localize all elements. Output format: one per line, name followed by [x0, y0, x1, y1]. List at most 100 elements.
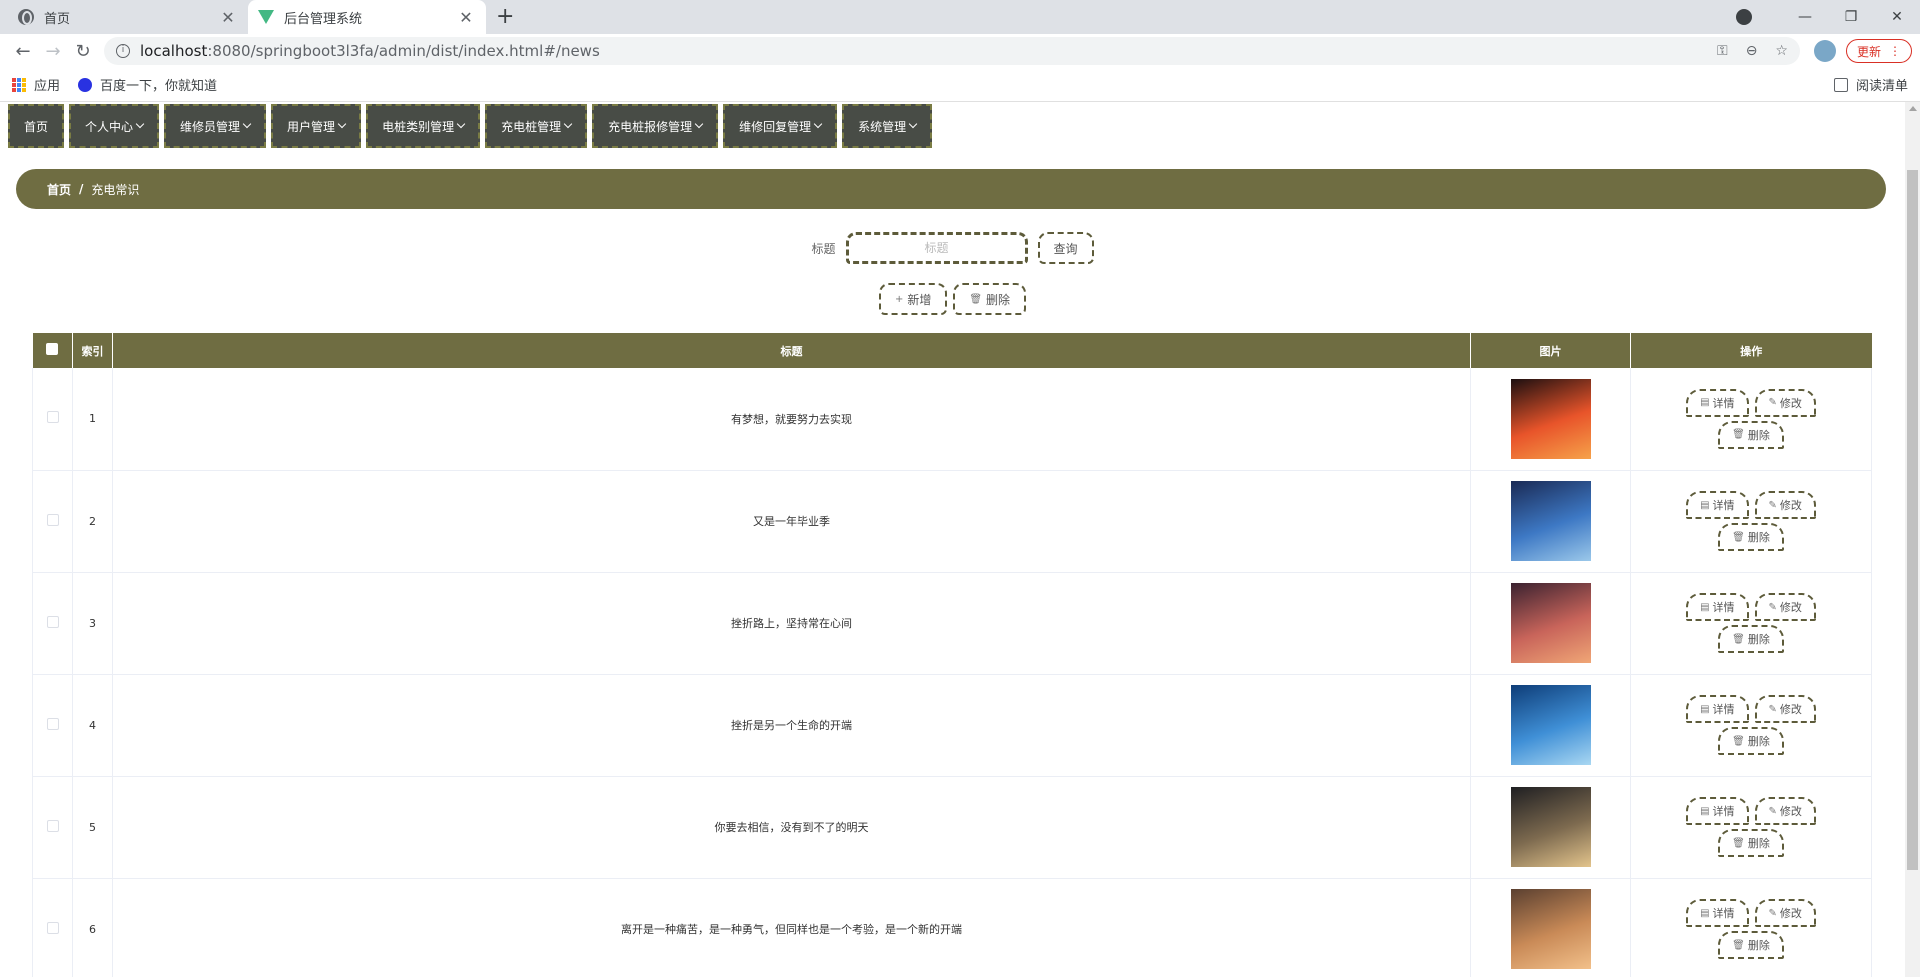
new-tab-icon[interactable]: +	[496, 4, 514, 29]
edit-button[interactable]: ✎ 修改	[1754, 491, 1816, 519]
search-button[interactable]: 查询	[1037, 232, 1094, 264]
table-row: 3 挫折路上，坚持常在心间 ▤ 详情 ✎ 修改 🗑 删除	[32, 572, 1872, 675]
add-button[interactable]: + 新增	[878, 283, 948, 315]
url-field[interactable]: i localhost:8080/springboot3l3fa/admin/d…	[104, 37, 1800, 65]
download-icon[interactable]	[1736, 9, 1752, 25]
browser-tab-admin[interactable]: 后台管理系统 ✕	[248, 0, 486, 34]
forward-icon[interactable]: →	[38, 41, 68, 62]
detail-button[interactable]: ▤ 详情	[1686, 593, 1749, 621]
detail-label: 详情	[1712, 703, 1735, 716]
breadcrumb-separator: /	[79, 182, 84, 196]
menu-item-label: 充电桩管理	[501, 119, 562, 134]
row-delete-button[interactable]: 🗑 删除	[1718, 931, 1784, 959]
scroll-up-icon[interactable]	[1909, 106, 1917, 111]
row-delete-button[interactable]: 🗑 删除	[1718, 420, 1784, 449]
row-checkbox[interactable]	[46, 717, 59, 730]
row-checkbox[interactable]	[46, 615, 59, 628]
edit-button[interactable]: ✎ 修改	[1754, 899, 1816, 927]
news-thumbnail[interactable]	[1510, 481, 1591, 561]
bookmark-apps[interactable]: 应用	[12, 75, 60, 94]
row-delete-button[interactable]: 🗑 删除	[1718, 727, 1784, 755]
back-icon[interactable]: ←	[8, 41, 38, 62]
detail-button[interactable]: ▤ 详情	[1686, 797, 1749, 825]
browser-tab-home[interactable]: 首页 ✕	[8, 0, 248, 34]
close-window-icon[interactable]: ✕	[1874, 9, 1920, 25]
row-checkbox[interactable]	[46, 411, 59, 424]
row-select-cell[interactable]	[32, 674, 73, 777]
row-select-cell[interactable]	[32, 878, 73, 977]
breadcrumb: 首页 / 充电常识	[16, 169, 1886, 209]
menu-item-0[interactable]: 首页	[8, 104, 65, 148]
menu-item-label: 用户管理	[287, 119, 336, 134]
delete-label: 删除	[1747, 633, 1770, 646]
news-thumbnail[interactable]	[1510, 685, 1591, 765]
row-delete-button[interactable]: 🗑 删除	[1718, 625, 1784, 653]
news-table: 索引 标题 图片 操作 1 有梦想，就要努力去实现 ▤ 详情 ✎ 修改 🗑 删除 2 又是一年毕业…	[32, 333, 1872, 977]
update-button[interactable]: 更新 ⋮	[1845, 39, 1912, 63]
row-delete-button[interactable]: 🗑 删除	[1718, 829, 1784, 857]
news-thumbnail[interactable]	[1510, 583, 1591, 663]
close-tab-icon[interactable]: ✕	[456, 8, 476, 27]
reading-list[interactable]: 阅读清单	[1833, 75, 1908, 94]
edit-button[interactable]: ✎ 修改	[1754, 695, 1816, 723]
edit-button[interactable]: ✎ 修改	[1754, 797, 1816, 825]
menu-item-4[interactable]: 电桩类别管理	[366, 104, 481, 148]
menu-item-6[interactable]: 充电桩报修管理	[592, 104, 719, 148]
close-tab-icon[interactable]: ✕	[218, 8, 238, 27]
menu-item-label: 首页	[24, 119, 49, 134]
minimize-icon[interactable]: —	[1782, 9, 1828, 25]
edit-label: 修改	[1779, 703, 1802, 716]
row-checkbox[interactable]	[46, 921, 59, 934]
site-info-icon[interactable]: i	[116, 44, 130, 58]
menu-item-2[interactable]: 维修员管理	[164, 104, 267, 148]
row-image-cell	[1470, 470, 1631, 573]
key-icon[interactable]: ⚿	[1717, 43, 1728, 59]
url-host: localhost	[140, 42, 208, 60]
menu-item-7[interactable]: 维修回复管理	[723, 104, 838, 148]
header-title: 标题	[112, 333, 1471, 368]
select-all-cell[interactable]	[32, 333, 73, 368]
news-thumbnail[interactable]	[1510, 889, 1591, 969]
detail-button[interactable]: ▤ 详情	[1686, 388, 1749, 417]
top-menu: 首页 个人中心 维修员管理 用户管理 电桩类别管理 充电桩管理 充电桩报修管理 维修回复管理 系…	[8, 104, 933, 148]
page-scrollbar[interactable]	[1905, 102, 1920, 977]
row-select-cell[interactable]	[32, 470, 73, 573]
detail-button[interactable]: ▤ 详情	[1686, 491, 1749, 519]
row-select-cell[interactable]	[32, 368, 73, 471]
scroll-thumb[interactable]	[1907, 170, 1918, 870]
menu-item-5[interactable]: 充电桩管理	[485, 104, 588, 148]
header-index: 索引	[72, 333, 113, 368]
add-label: 新增	[907, 292, 932, 307]
menu-item-3[interactable]: 用户管理	[271, 104, 362, 148]
title-search-input[interactable]	[845, 232, 1028, 264]
row-delete-button[interactable]: 🗑 删除	[1718, 523, 1784, 551]
reload-icon[interactable]: ↻	[68, 41, 98, 62]
star-icon[interactable]: ☆	[1775, 43, 1788, 59]
profile-avatar[interactable]	[1813, 40, 1836, 62]
row-actions-cell: ▤ 详情 ✎ 修改 🗑 删除	[1630, 470, 1872, 573]
edit-button[interactable]: ✎ 修改	[1754, 593, 1816, 621]
breadcrumb-home[interactable]: 首页	[47, 181, 71, 198]
edit-button[interactable]: ✎ 修改	[1754, 388, 1816, 417]
document-icon: ▤	[1700, 601, 1710, 613]
delete-label: 删除	[1747, 428, 1770, 442]
select-all-checkbox[interactable]	[46, 343, 59, 355]
delete-button[interactable]: 🗑 删除	[953, 283, 1027, 315]
detail-label: 详情	[1712, 499, 1735, 512]
row-checkbox[interactable]	[46, 513, 59, 526]
row-select-cell[interactable]	[32, 776, 73, 879]
restore-icon[interactable]: ❐	[1828, 9, 1874, 25]
news-thumbnail[interactable]	[1510, 378, 1591, 459]
detail-button[interactable]: ▤ 详情	[1686, 899, 1749, 927]
news-thumbnail[interactable]	[1510, 787, 1591, 867]
menu-item-8[interactable]: 系统管理	[842, 104, 933, 148]
menu-item-1[interactable]: 个人中心	[69, 104, 160, 148]
edit-label: 修改	[1779, 601, 1802, 614]
row-checkbox[interactable]	[46, 819, 59, 832]
menu-item-label: 维修员管理	[180, 119, 241, 134]
zoom-icon[interactable]: ⊖	[1746, 43, 1758, 59]
row-select-cell[interactable]	[32, 572, 73, 675]
browser-tab-bar: 首页 ✕ 后台管理系统 ✕ + — ❐ ✕	[0, 0, 1920, 34]
detail-button[interactable]: ▤ 详情	[1686, 695, 1749, 723]
bookmark-baidu[interactable]: 百度一下，你就知道	[78, 75, 217, 94]
